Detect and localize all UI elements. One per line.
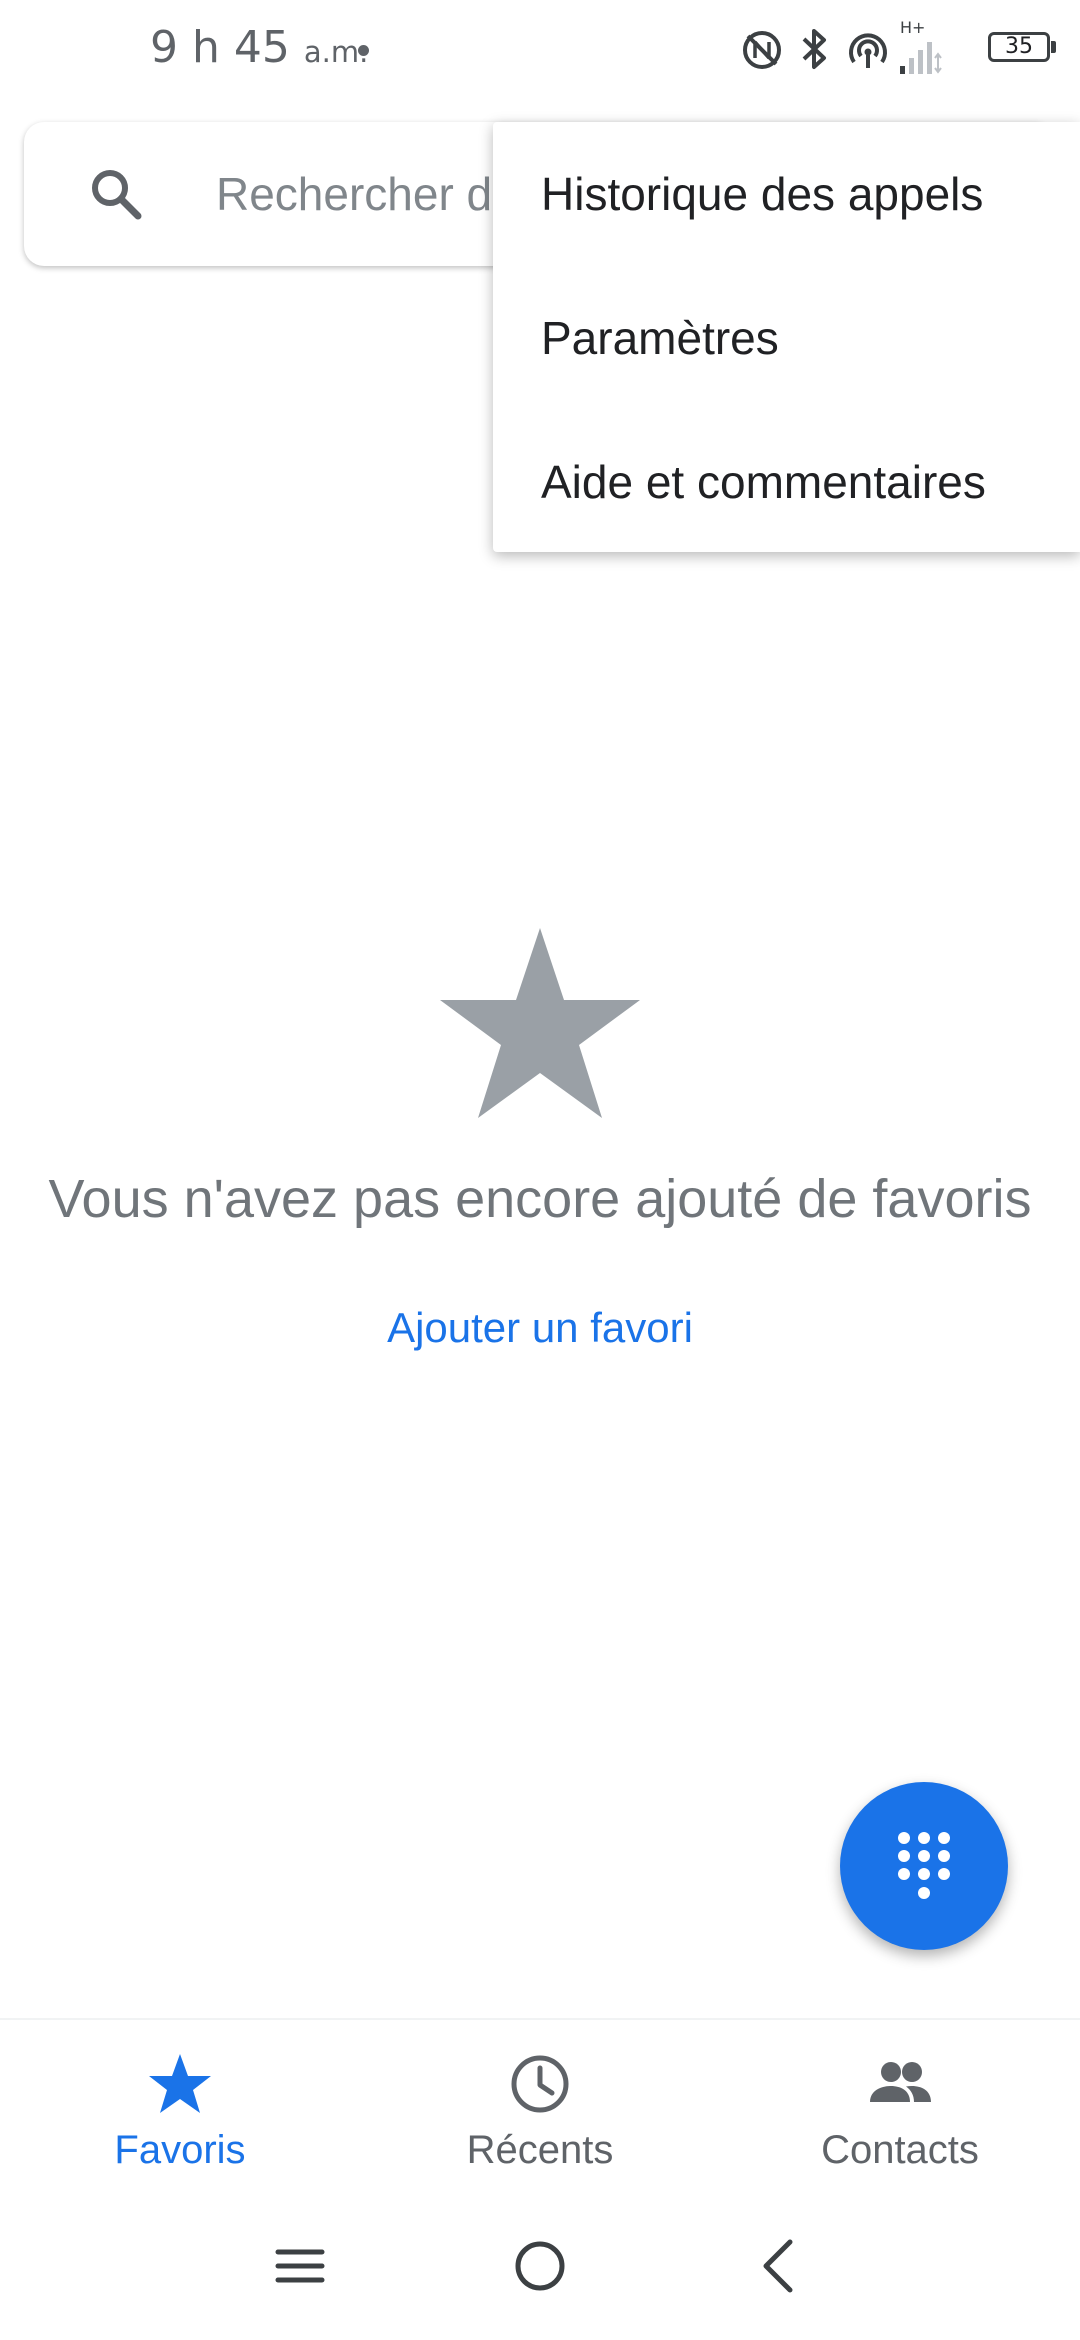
status-time: 9 h 45 a.m. xyxy=(150,22,368,73)
status-time-value: 9 h 45 xyxy=(150,22,290,73)
dialpad-button[interactable] xyxy=(840,1782,1008,1950)
nfc-icon xyxy=(743,31,781,69)
nav-tab-label: Contacts xyxy=(821,2128,979,2172)
star-icon xyxy=(149,2054,211,2113)
people-icon xyxy=(870,2062,931,2102)
status-icons: H+ 35 xyxy=(740,18,1056,80)
dialpad-icon xyxy=(898,1832,950,1899)
status-bar: 9 h 45 a.m. H+ 35 xyxy=(0,0,1080,100)
phone-app-screen: 9 h 45 a.m. H+ 35 Rechercher des contact… xyxy=(0,0,1080,2340)
menu-item-call-history[interactable]: Historique des appels xyxy=(493,122,1080,266)
add-favorite-link[interactable]: Ajouter un favori xyxy=(0,1304,1080,1352)
network-type-label: H+ xyxy=(900,18,926,37)
bottom-navigation: Favoris Récents Contacts xyxy=(0,2018,1080,2194)
battery-icon: 35 xyxy=(988,32,1056,62)
notification-dot-icon xyxy=(358,45,369,56)
nav-tab-label: Favoris xyxy=(114,2128,246,2172)
menu-item-help-feedback[interactable]: Aide et commentaires xyxy=(493,410,1080,554)
hotspot-icon xyxy=(849,33,887,68)
nav-tab-recents[interactable]: Récents xyxy=(360,2020,720,2194)
search-icon[interactable] xyxy=(86,164,146,224)
signal-icon xyxy=(900,42,942,74)
clock-icon xyxy=(511,2055,569,2113)
home-icon[interactable] xyxy=(502,2228,578,2304)
back-icon[interactable] xyxy=(742,2228,818,2304)
nav-tab-contacts[interactable]: Contacts xyxy=(720,2020,1080,2194)
nav-tab-label: Récents xyxy=(466,2128,614,2172)
system-navigation-bar xyxy=(0,2192,1080,2340)
menu-icon[interactable] xyxy=(262,2228,338,2304)
menu-item-settings[interactable]: Paramètres xyxy=(493,266,1080,410)
bluetooth-icon xyxy=(802,29,826,69)
star-icon xyxy=(440,928,640,1118)
overflow-menu: Historique des appels Paramètres Aide et… xyxy=(493,122,1080,552)
empty-favorites-message: Vous n'avez pas encore ajouté de favoris xyxy=(48,1169,1032,1229)
nav-tab-favorites[interactable]: Favoris xyxy=(0,2020,360,2194)
